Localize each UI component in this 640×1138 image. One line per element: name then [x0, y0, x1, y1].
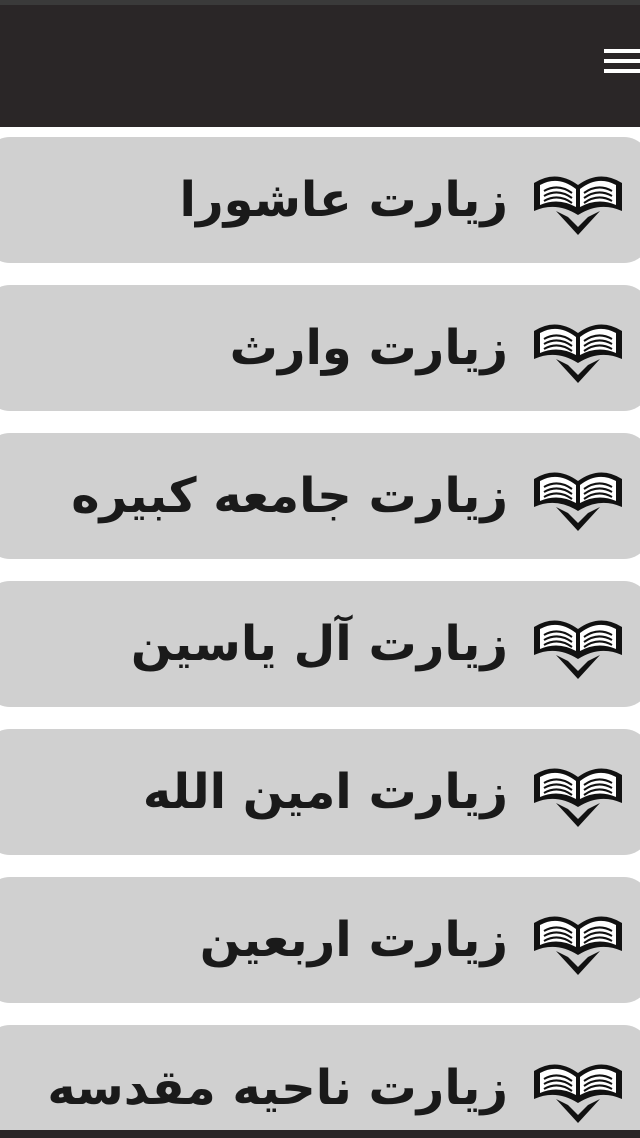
list-item-label: زیارت اربعین [199, 912, 508, 968]
list-item-jamia-kabira[interactable]: زیارت جامعه کبیره [0, 433, 640, 559]
list-item-label: زیارت وارث [229, 320, 508, 376]
list-item-label: زیارت امین الله [142, 764, 508, 820]
list-item-label: زیارت ناحیه مقدسه [47, 1060, 508, 1116]
open-quran-book-icon [534, 916, 622, 975]
app-bar [0, 5, 640, 127]
bottom-bar [0, 1130, 640, 1138]
open-quran-book-icon [534, 324, 622, 383]
open-quran-book-icon [534, 620, 622, 679]
open-quran-book-icon [534, 1064, 622, 1123]
list-item-ashura[interactable]: زیارت عاشورا [0, 137, 640, 263]
list-item-label: زیارت آل یاسین [130, 616, 508, 672]
list-item-warith[interactable]: زیارت وارث [0, 285, 640, 411]
list-item-label: زیارت جامعه کبیره [71, 468, 508, 524]
list-item-nahiya-muqaddasa[interactable]: زیارت ناحیه مقدسه [0, 1025, 640, 1130]
list-item-aal-yasin[interactable]: زیارت آل یاسین [0, 581, 640, 707]
app-screen: زیارت عاشورا زیارت وارث زیارت جامعه کبیر… [0, 0, 640, 1138]
hamburger-menu-icon[interactable] [600, 47, 640, 77]
open-quran-book-icon [534, 768, 622, 827]
list-item-label: زیارت عاشورا [179, 172, 508, 228]
list-item-amin-allah[interactable]: زیارت امین الله [0, 729, 640, 855]
open-quran-book-icon [534, 176, 622, 235]
ziyarat-list: زیارت عاشورا زیارت وارث زیارت جامعه کبیر… [0, 127, 640, 1130]
open-quran-book-icon [534, 472, 622, 531]
list-item-arbaeen[interactable]: زیارت اربعین [0, 877, 640, 1003]
